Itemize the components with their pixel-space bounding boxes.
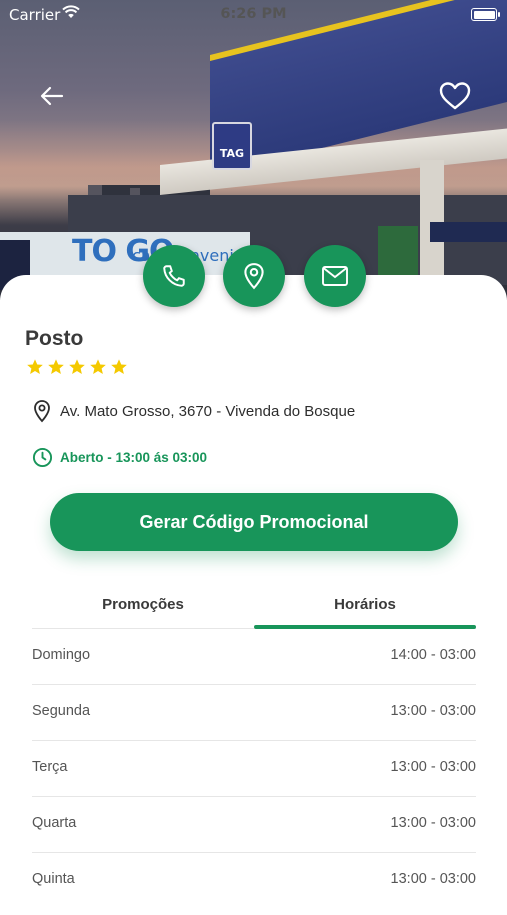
rating-stars [26,358,128,376]
star-icon [48,359,64,374]
schedule-hours: 13:00 - 03:00 [390,703,476,719]
star-icon [111,359,127,374]
schedule-hours: 13:00 - 03:00 [390,871,476,887]
status-time: 6:26 PM [220,6,287,22]
map-button[interactable] [223,245,285,307]
back-button[interactable] [38,84,66,108]
schedule-day: Terça [32,759,68,775]
email-button[interactable] [304,245,366,307]
schedule-row: Segunda 13:00 - 03:00 [32,685,476,741]
generate-promo-code-button[interactable]: Gerar Código Promocional [50,493,458,551]
schedule-day: Quinta [32,871,75,887]
schedule-hours: 13:00 - 03:00 [390,815,476,831]
phone-icon [163,265,185,287]
clock-icon [32,447,53,468]
schedule-day: Quarta [32,815,77,831]
schedule-hours: 14:00 - 03:00 [390,647,476,663]
status-bar: Carrier 6:26 PM [0,0,507,30]
star-icon [69,359,85,374]
schedule-list: Domingo 14:00 - 03:00 Segunda 13:00 - 03… [32,629,476,908]
star-icon [90,359,106,374]
schedule-row: Terça 13:00 - 03:00 [32,741,476,797]
tab-horarios[interactable]: Horários [254,590,476,628]
tab-promocoes[interactable]: Promoções [32,590,254,628]
star-icon [27,359,43,374]
arrow-left-icon [40,86,64,106]
battery-icon [471,8,500,21]
schedule-row: Domingo 14:00 - 03:00 [32,629,476,685]
heart-icon [439,82,471,110]
location-pin-icon [34,400,50,423]
schedule-row: Quarta 13:00 - 03:00 [32,797,476,853]
call-button[interactable] [143,245,205,307]
address-text: Av. Mato Grosso, 3670 - Vivenda do Bosqu… [60,402,356,420]
schedule-day: Domingo [32,647,91,663]
mail-icon [322,266,348,286]
price-sign [430,222,507,242]
tab-bar: Promoções Horários [32,590,476,629]
open-status-row: Aberto - 13:00 ás 03:00 [32,447,207,468]
schedule-day: Segunda [32,703,91,719]
map-pin-icon [244,263,264,290]
favorite-button[interactable] [438,80,472,112]
address-row: Av. Mato Grosso, 3670 - Vivenda do Bosqu… [32,399,355,423]
open-status-text: Aberto - 13:00 ás 03:00 [60,450,208,465]
brand-logo: TAG [212,122,252,170]
place-title: Posto [25,327,84,350]
schedule-hours: 13:00 - 03:00 [390,759,476,775]
